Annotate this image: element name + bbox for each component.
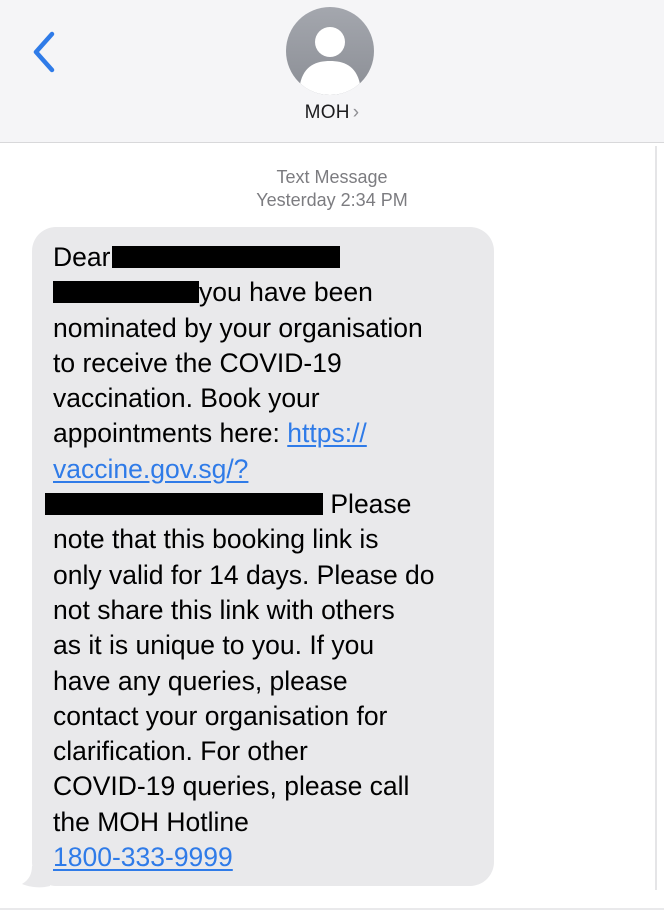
message-line: have any queries, please (53, 665, 348, 696)
message-time-label: Yesterday 2:34 PM (256, 190, 408, 210)
contact-info: MOH › (0, 0, 664, 142)
message-line: ​ Please (45, 487, 483, 522)
message-timestamp: Text Message Yesterday 2:34 PM (0, 166, 664, 212)
message-line: not share this link with others (53, 594, 395, 625)
booking-link[interactable]: vaccine.gov.sg/? (53, 454, 248, 484)
booking-link[interactable]: https:// (287, 418, 367, 448)
redaction-bar (45, 493, 323, 516)
hotline-phone-link[interactable]: 1800-333-9999 (53, 842, 233, 872)
message-line: to receive the COVID-19 (53, 347, 342, 378)
redaction-bar (112, 246, 341, 268)
message-line: as it is unique to you. If you (53, 630, 375, 661)
message-line: 1800-333-9999 (53, 840, 483, 875)
contact-avatar[interactable] (286, 7, 374, 95)
bubble-tail (22, 866, 50, 888)
person-icon (300, 27, 360, 95)
message-line: vaccine.gov.sg/? (53, 452, 483, 487)
message-line: only valid for 14 days. Please do (53, 559, 435, 590)
message-line: COVID-19 queries, please call (53, 771, 410, 802)
scrollbar[interactable] (654, 146, 658, 890)
chevron-right-icon: › (352, 102, 360, 123)
message-text: Dear you have been nominated by your org… (45, 240, 483, 875)
conversation-header: MOH › (0, 0, 664, 143)
message-line: contact your organisation for (53, 700, 388, 731)
message-line: Dear (53, 240, 483, 275)
message-line: the MOH Hotline (53, 806, 249, 837)
message-type-label: Text Message (276, 167, 388, 187)
message-line: nominated by your organisation (53, 312, 423, 343)
message-line: clarification. For other (53, 736, 308, 767)
redaction-bar (53, 281, 199, 304)
message-line: appointments here: https:// (53, 418, 367, 449)
contact-name: MOH (304, 102, 350, 123)
message-line: vaccination. Book your (53, 383, 320, 414)
contact-name-button[interactable]: MOH › (0, 102, 664, 124)
message-line: note that this booking link is (53, 524, 379, 555)
message-line: you have been (53, 275, 483, 310)
